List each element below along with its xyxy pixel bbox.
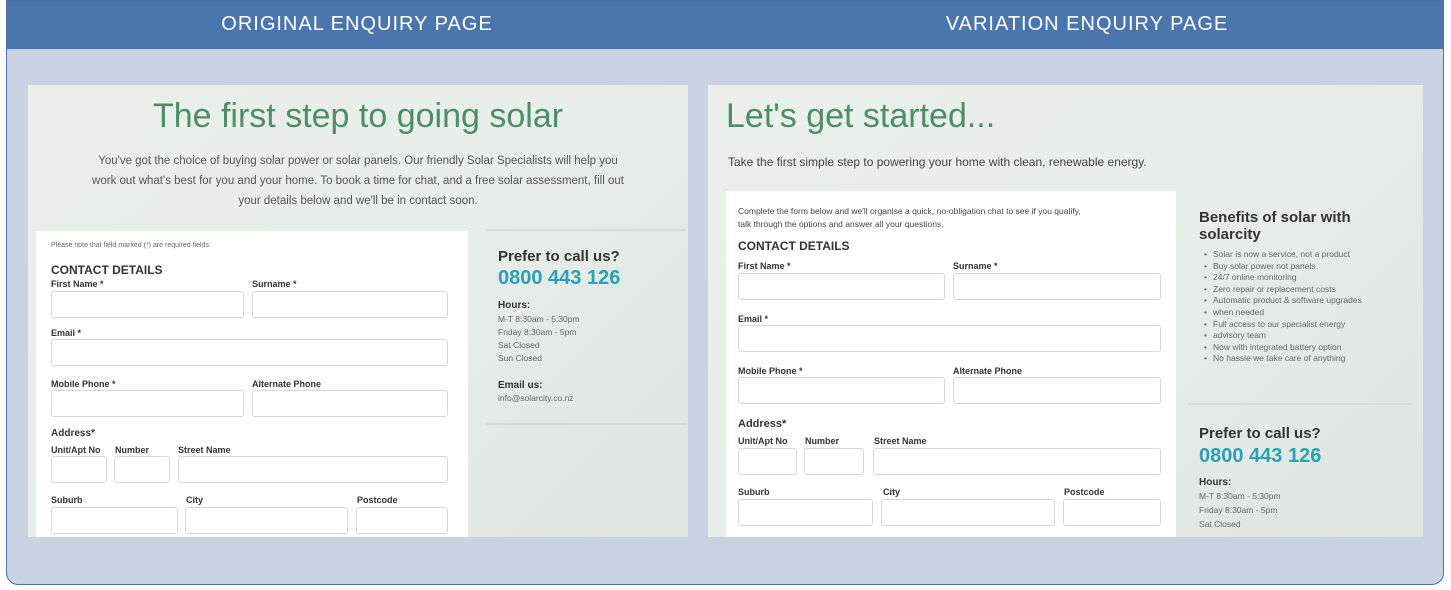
first-name-input[interactable] — [51, 291, 244, 318]
hours-friday: Friday 8:30am - 5pm — [498, 327, 577, 337]
street-name-label: Street Name — [874, 436, 927, 446]
required-note: Please note that field marked (*) are re… — [51, 242, 209, 249]
surname-input[interactable] — [953, 273, 1161, 300]
suburb-input[interactable] — [738, 499, 873, 526]
city-label: City — [883, 487, 901, 497]
postcode-label: Postcode — [357, 495, 398, 505]
hours-heading: Hours: — [1199, 477, 1232, 488]
intro-text: Take the first simple step to powering y… — [728, 155, 1147, 169]
benefits-heading: Benefits of solar with — [1199, 209, 1351, 226]
benefit-item: Full access to our specialist energy — [1201, 319, 1362, 331]
hours-friday: Friday 8:30am - 5pm — [1199, 505, 1278, 515]
email-label: Email * — [51, 328, 82, 338]
phone-number-link[interactable]: 0800 443 126 — [498, 267, 620, 290]
variation-page-heading: VARIATION ENQUIRY PAGE — [945, 13, 1229, 35]
email-input[interactable] — [738, 325, 1161, 352]
hours-saturday: Sat Closed — [1199, 519, 1241, 529]
email-us-heading: Email us: — [498, 380, 543, 391]
postcode-label: Postcode — [1064, 487, 1105, 497]
email-input[interactable] — [51, 339, 448, 366]
contact-details-heading: CONTACT DETAILS — [738, 239, 850, 253]
call-us-heading: Prefer to call us? — [498, 248, 620, 265]
street-name-label: Street Name — [178, 445, 231, 455]
benefit-item: Now with integrated battery option — [1201, 342, 1362, 354]
page-title: The first step to going solar — [152, 97, 564, 135]
sidebar-bottom-divider — [486, 423, 686, 425]
hours-heading: Hours: — [498, 300, 531, 311]
number-input[interactable] — [114, 456, 170, 483]
alternate-phone-label: Alternate Phone — [953, 366, 1023, 376]
suburb-label: Suburb — [51, 495, 83, 505]
street-name-input[interactable] — [873, 448, 1161, 475]
number-label: Number — [115, 445, 150, 455]
street-name-input[interactable] — [178, 456, 448, 483]
intro-text-line-3: your details below and we'll be in conta… — [238, 195, 478, 207]
intro-text-line-2: work out what's best for you and your ho… — [92, 175, 624, 187]
postcode-input[interactable] — [356, 507, 448, 534]
benefits-list: Solar is now a service, not a product Bu… — [1201, 249, 1362, 365]
mobile-phone-input[interactable] — [51, 390, 244, 417]
email-address-link[interactable]: info@solarcity.co.nz — [498, 393, 574, 403]
address-label: Address* — [738, 418, 787, 430]
hours-saturday: Sat Closed — [498, 340, 540, 350]
email-label: Email * — [738, 314, 769, 324]
comparison-frame: ORIGINAL ENQUIRY PAGE VARIATION ENQUIRY … — [6, 0, 1444, 585]
surname-input[interactable] — [252, 291, 448, 318]
benefit-item: Zero repair or replacement costs — [1201, 284, 1362, 296]
benefit-item-continued: when needed — [1201, 307, 1362, 319]
benefit-item: Automatic product & software upgrades — [1201, 295, 1362, 307]
number-label: Number — [805, 436, 840, 446]
benefit-item: Buy solar power not panels — [1201, 261, 1362, 273]
mobile-phone-label: Mobile Phone * — [738, 366, 803, 376]
number-input[interactable] — [804, 448, 864, 475]
first-name-input[interactable] — [738, 273, 945, 300]
header-bar: ORIGINAL ENQUIRY PAGE VARIATION ENQUIRY … — [7, 1, 1443, 49]
benefit-item: No hassle we take care of anything — [1201, 353, 1362, 365]
hours-mon-thu: M-T 8:30am - 5:30pm — [498, 314, 580, 324]
alternate-phone-input[interactable] — [953, 377, 1161, 404]
page-title: Let's get started... — [726, 97, 996, 135]
enquiry-form-card: Please note that field marked (*) are re… — [36, 231, 468, 537]
intro-text-line-1: You've got the choice of buying solar po… — [98, 155, 618, 167]
form-intro-line-1: Complete the form below and we'll organi… — [738, 206, 1081, 216]
unit-input[interactable] — [738, 448, 797, 475]
first-name-label: First Name * — [738, 261, 791, 271]
city-input[interactable] — [185, 507, 348, 534]
variation-page-screenshot: Let's get started... Take the first simp… — [708, 85, 1423, 537]
surname-label: Surname * — [252, 279, 297, 289]
surname-label: Surname * — [953, 261, 998, 271]
postcode-input[interactable] — [1063, 499, 1161, 526]
sidebar-top-divider — [486, 229, 686, 231]
address-label: Address* — [51, 428, 95, 439]
phone-number-link[interactable]: 0800 443 126 — [1199, 445, 1321, 468]
alternate-phone-input[interactable] — [252, 390, 448, 417]
form-intro-line-2: talk through the options and answer all … — [738, 219, 944, 229]
city-input[interactable] — [881, 499, 1055, 526]
benefit-item: Solar is now a service, not a product — [1201, 249, 1362, 261]
unit-input[interactable] — [51, 456, 107, 483]
suburb-label: Suburb — [738, 487, 770, 497]
unit-label: Unit/Apt No — [738, 436, 788, 446]
first-name-label: First Name * — [51, 279, 104, 289]
original-page-heading: ORIGINAL ENQUIRY PAGE — [221, 13, 493, 35]
benefit-item-continued: advisory team — [1201, 330, 1362, 342]
enquiry-form-card: Complete the form below and we'll organi… — [726, 191, 1176, 537]
hours-mon-thu: M-T 8:30am - 5:30pm — [1199, 491, 1281, 501]
mobile-phone-input[interactable] — [738, 377, 945, 404]
mobile-phone-label: Mobile Phone * — [51, 379, 116, 389]
call-us-heading: Prefer to call us? — [1199, 425, 1321, 442]
contact-details-heading: CONTACT DETAILS — [51, 263, 163, 277]
suburb-input[interactable] — [51, 507, 178, 534]
benefit-item: 24/7 online monitoring — [1201, 272, 1362, 284]
hours-sunday: Sun Closed — [498, 353, 542, 363]
original-page-screenshot: The first step to going solar You've got… — [28, 85, 688, 537]
sidebar-divider — [1188, 403, 1414, 405]
unit-label: Unit/Apt No — [51, 445, 101, 455]
benefits-heading-line-2: solarcity — [1199, 226, 1261, 243]
alternate-phone-label: Alternate Phone — [252, 379, 322, 389]
city-label: City — [186, 495, 204, 505]
